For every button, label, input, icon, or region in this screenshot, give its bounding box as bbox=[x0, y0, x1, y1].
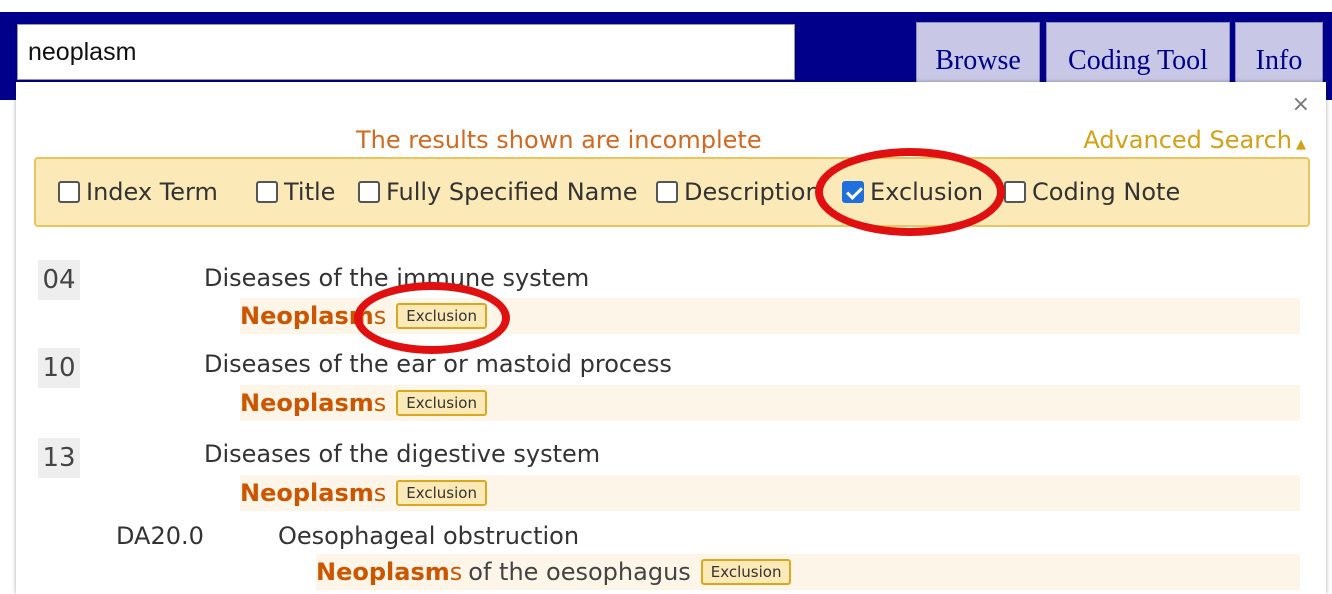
chapter-title[interactable]: Diseases of the digestive system bbox=[204, 440, 600, 468]
entity-title[interactable]: Oesophageal obstruction bbox=[278, 522, 579, 550]
checkbox-exclusion[interactable] bbox=[842, 181, 864, 203]
checkbox-coding-note[interactable] bbox=[1004, 181, 1026, 203]
exclusion-badge: Exclusion bbox=[396, 480, 487, 506]
result-match-row[interactable]: Neoplasm s Exclusion bbox=[240, 298, 1300, 334]
chapter-code[interactable]: 13 bbox=[38, 438, 80, 478]
match-highlight: Neoplasm bbox=[316, 558, 450, 586]
filter-title[interactable]: Title bbox=[256, 159, 335, 225]
filter-label: Title bbox=[284, 178, 336, 206]
header-title-fragment bbox=[360, 2, 780, 14]
match-highlight: Neoplasm bbox=[240, 389, 374, 417]
exclusion-badge: Exclusion bbox=[396, 390, 487, 416]
entity-code[interactable]: DA20.0 bbox=[116, 522, 204, 550]
exclusion-badge: Exclusion bbox=[700, 559, 792, 585]
filter-fully-specified-name[interactable]: Fully Specified Name bbox=[358, 159, 638, 225]
tab-coding-tool[interactable]: Coding Tool bbox=[1046, 22, 1230, 86]
filter-coding-note[interactable]: Coding Note bbox=[1004, 159, 1180, 225]
chapter-code[interactable]: 04 bbox=[38, 260, 80, 300]
checkbox-description[interactable] bbox=[656, 181, 678, 203]
filter-description[interactable]: Description bbox=[656, 159, 821, 225]
incomplete-notice: The results shown are incomplete bbox=[356, 126, 762, 154]
triangle-up-icon: ▲ bbox=[1296, 137, 1306, 152]
search-input[interactable] bbox=[17, 24, 795, 80]
advanced-search-link[interactable]: Advanced Search ▲ bbox=[1083, 126, 1306, 154]
filter-label: Coding Note bbox=[1032, 178, 1181, 206]
match-suffix: s bbox=[373, 479, 387, 507]
filter-label: Index Term bbox=[86, 178, 218, 206]
chapter-code[interactable]: 10 bbox=[38, 348, 80, 388]
match-suffix: s bbox=[373, 389, 387, 417]
checkbox-fully-specified-name[interactable] bbox=[358, 181, 380, 203]
tab-browse[interactable]: Browse bbox=[916, 22, 1040, 86]
filter-label: Fully Specified Name bbox=[386, 178, 638, 206]
result-match-row[interactable]: Neoplasm s Exclusion bbox=[240, 385, 1300, 421]
match-suffix: s bbox=[373, 302, 387, 330]
checkbox-title[interactable] bbox=[256, 181, 278, 203]
advanced-search-label: Advanced Search bbox=[1083, 126, 1292, 154]
match-suffix: s bbox=[449, 558, 463, 586]
result-match-row[interactable]: Neoplasm s Exclusion bbox=[240, 475, 1300, 511]
close-icon[interactable]: × bbox=[1292, 94, 1310, 116]
filter-label: Description bbox=[684, 178, 821, 206]
match-rest: of the oesophagus bbox=[468, 558, 691, 586]
exclusion-badge: Exclusion bbox=[396, 303, 487, 329]
match-highlight: Neoplasm bbox=[240, 479, 374, 507]
chapter-title[interactable]: Diseases of the immune system bbox=[204, 264, 589, 292]
match-highlight: Neoplasm bbox=[240, 302, 374, 330]
filter-exclusion[interactable]: Exclusion bbox=[842, 159, 983, 225]
result-match-row[interactable]: Neoplasm s of the oesophagus Exclusion bbox=[316, 554, 1300, 590]
tab-info[interactable]: Info bbox=[1235, 22, 1323, 86]
filter-bar: Index Term Title Fully Specified Name De… bbox=[34, 157, 1310, 227]
chapter-title[interactable]: Diseases of the ear or mastoid process bbox=[204, 350, 672, 378]
filter-label: Exclusion bbox=[870, 178, 984, 206]
filter-index-term[interactable]: Index Term bbox=[58, 159, 218, 225]
checkbox-index-term[interactable] bbox=[58, 181, 80, 203]
search-results-panel: × The results shown are incomplete Advan… bbox=[16, 82, 1326, 594]
